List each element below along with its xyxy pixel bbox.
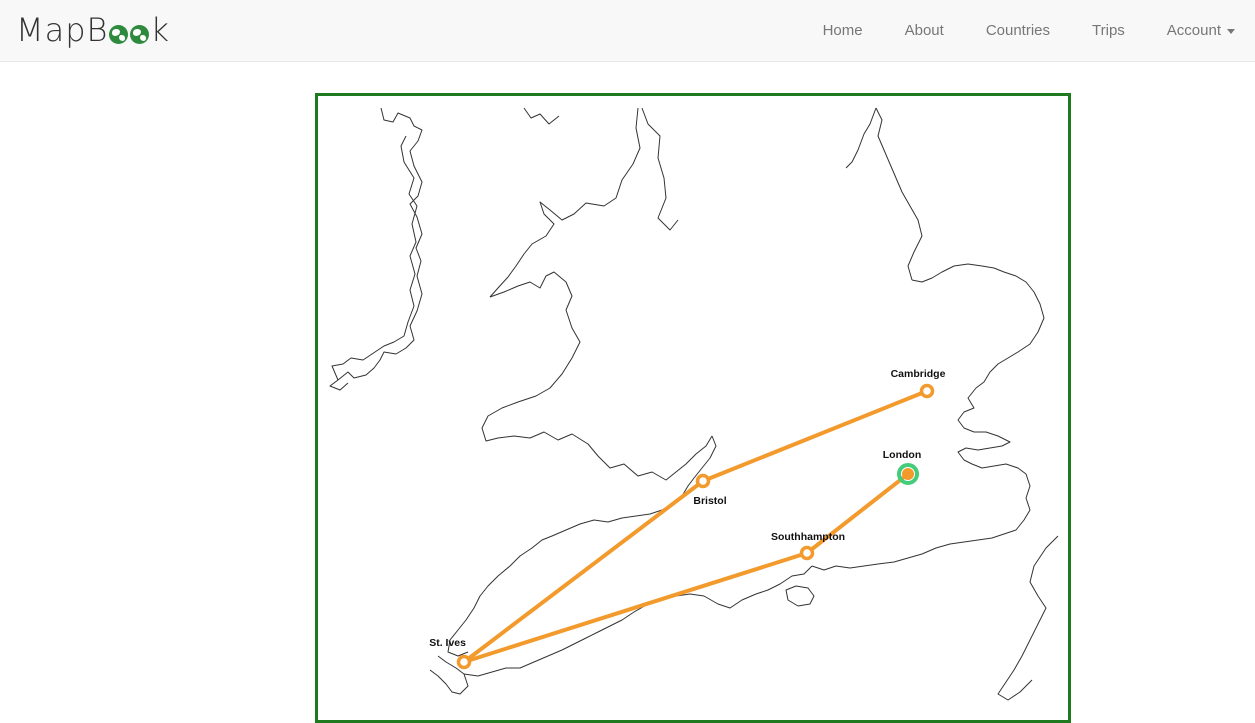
- coastline-outline: [329, 107, 1059, 701]
- nav-home-link[interactable]: Home: [802, 0, 884, 62]
- city-marker-circle: [695, 473, 711, 489]
- home-marker-dot: [902, 468, 914, 480]
- city-label-southhampton: Southhampton: [771, 531, 845, 543]
- account-dropdown[interactable]: Account: [1146, 0, 1241, 62]
- city-marker-london[interactable]: London: [883, 449, 921, 485]
- city-label-cambridge: Cambridge: [891, 368, 946, 380]
- city-label-london: London: [883, 449, 921, 461]
- nav-links: Home About Countries Trips Account: [802, 0, 1241, 62]
- city-label-st-ives: St. Ives: [429, 637, 466, 649]
- brand-text-end: k: [150, 11, 171, 49]
- caret-down-icon: [1227, 28, 1235, 34]
- city-marker-southhampton[interactable]: Southhampton: [771, 531, 845, 561]
- map-canvas: Cambridge London Bristol Southhampton St. Iv…: [329, 107, 1059, 701]
- globe-icon: [109, 25, 129, 44]
- city-label-bristol: Bristol: [693, 495, 726, 507]
- city-marker-circle: [799, 545, 815, 561]
- route-line: [462, 479, 705, 664]
- nav-countries-link[interactable]: Countries: [965, 0, 1071, 62]
- trip-map[interactable]: Cambridge London Bristol Southhampton St. Iv…: [315, 93, 1071, 723]
- city-marker-circle: [919, 383, 935, 399]
- brand-logo[interactable]: MapB k: [16, 12, 170, 48]
- city-marker-bristol[interactable]: Bristol: [693, 473, 727, 508]
- routes-layer: [462, 389, 929, 664]
- nav-trips-link[interactable]: Trips: [1071, 0, 1146, 62]
- globe-icon: [130, 25, 150, 44]
- city-marker-cambridge[interactable]: Cambridge: [891, 368, 946, 399]
- city-marker-circle: [456, 654, 472, 670]
- route-line: [701, 389, 929, 483]
- account-label: Account: [1166, 22, 1221, 39]
- nav-about-link[interactable]: About: [884, 0, 965, 62]
- brand-text-start: MapB: [16, 11, 109, 49]
- route-line: [462, 551, 809, 664]
- navbar: MapB k Home About Countries Trips Account: [0, 0, 1255, 62]
